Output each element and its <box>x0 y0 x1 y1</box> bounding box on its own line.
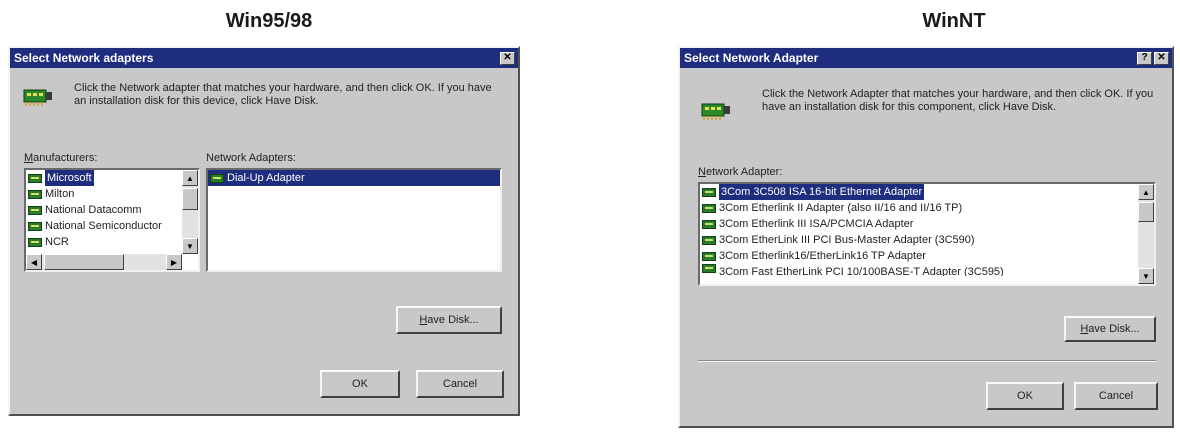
nic-icon <box>702 264 716 273</box>
list-item[interactable]: 3Com Etherlink III ISA/PCMCIA Adapter <box>700 216 1154 232</box>
scroll-left-icon[interactable]: ◀ <box>26 254 42 270</box>
list-item[interactable]: 3Com Etherlink16/EtherLink16 TP Adapter <box>700 248 1154 264</box>
scroll-up-icon[interactable]: ▲ <box>182 170 198 186</box>
win95-titlebar[interactable]: Select Network adapters ✕ <box>10 48 518 68</box>
list-item[interactable]: Microsoft <box>26 170 198 186</box>
list-item[interactable]: Dial-Up Adapter <box>208 170 500 186</box>
nic-icon <box>702 187 716 197</box>
list-item[interactable]: 3Com EtherLink III PCI Bus-Master Adapte… <box>700 232 1154 248</box>
ok-button[interactable]: OK <box>320 370 400 398</box>
nic-icon <box>702 203 716 213</box>
nic-icon <box>210 173 224 183</box>
network-adapters-label: Network Adapters: <box>206 152 296 164</box>
manufacturers-vscroll[interactable]: ▲ ▼ <box>182 170 198 254</box>
close-icon[interactable]: ✕ <box>500 51 515 65</box>
cancel-button[interactable]: Cancel <box>416 370 504 398</box>
winnt-title: Select Network Adapter <box>684 51 819 65</box>
win95-description: Click the Network adapter that matches y… <box>74 82 492 107</box>
manufacturers-list[interactable]: Microsoft Milton National Datacomm Natio… <box>24 168 200 272</box>
nic-icon <box>28 189 42 199</box>
winnt-titlebar[interactable]: Select Network Adapter ? ✕ <box>680 48 1172 68</box>
cancel-button[interactable]: Cancel <box>1074 382 1158 410</box>
nic-icon <box>702 235 716 245</box>
list-item[interactable]: Milton <box>26 186 198 202</box>
win95-dialog: Select Network adapters ✕ Click the Netw… <box>8 46 520 416</box>
scroll-right-icon[interactable]: ▶ <box>166 254 182 270</box>
scroll-thumb-horizontal[interactable] <box>44 254 124 270</box>
list-item[interactable]: National Semiconductor <box>26 218 198 234</box>
have-disk-button[interactable]: Have Disk... <box>396 306 502 334</box>
scroll-down-icon[interactable]: ▼ <box>1138 268 1154 284</box>
network-card-icon <box>23 89 52 106</box>
nic-icon <box>28 173 42 183</box>
list-item[interactable]: National Datacomm <box>26 202 198 218</box>
network-adapters-list[interactable]: Dial-Up Adapter <box>206 168 502 272</box>
manufacturers-label: Manufacturers: <box>24 152 98 164</box>
nic-icon <box>702 251 716 261</box>
nic-icon <box>28 221 42 231</box>
nic-icon <box>28 205 42 215</box>
list-item[interactable]: 3Com Etherlink II Adapter (also II/16 an… <box>700 200 1154 216</box>
manufacturers-hscroll[interactable]: ◀ ▶ <box>26 254 182 270</box>
nic-icon <box>702 219 716 229</box>
nic-icon <box>28 237 42 247</box>
have-disk-button[interactable]: Have Disk... <box>1064 316 1156 342</box>
scroll-up-icon[interactable]: ▲ <box>1138 184 1154 200</box>
adapter-vscroll[interactable]: ▲ ▼ <box>1138 184 1154 284</box>
heading-win95: Win95/98 <box>225 10 313 32</box>
scroll-down-icon[interactable]: ▼ <box>182 238 198 254</box>
list-item[interactable]: 3Com Fast EtherLink PCI 10/100BASE-T Ada… <box>700 264 1154 276</box>
list-item[interactable]: 3Com 3C508 ISA 16-bit Ethernet Adapter <box>700 184 1154 200</box>
separator <box>698 360 1156 362</box>
winnt-dialog: Select Network Adapter ? ✕ Click the Net… <box>678 46 1174 428</box>
winnt-description: Click the Network Adapter that matches y… <box>762 88 1154 113</box>
list-item[interactable]: NCR <box>26 234 198 250</box>
heading-winnt: WinNT <box>922 10 986 32</box>
ok-button[interactable]: OK <box>986 382 1064 410</box>
help-icon[interactable]: ? <box>1137 51 1152 65</box>
network-card-icon <box>701 103 730 120</box>
network-adapter-label: Network Adapter: <box>698 166 783 178</box>
network-adapter-list[interactable]: 3Com 3C508 ISA 16-bit Ethernet Adapter 3… <box>698 182 1156 286</box>
close-icon[interactable]: ✕ <box>1154 51 1169 65</box>
scroll-thumb[interactable] <box>182 188 198 210</box>
win95-title: Select Network adapters <box>14 51 154 65</box>
scroll-thumb[interactable] <box>1138 202 1154 222</box>
